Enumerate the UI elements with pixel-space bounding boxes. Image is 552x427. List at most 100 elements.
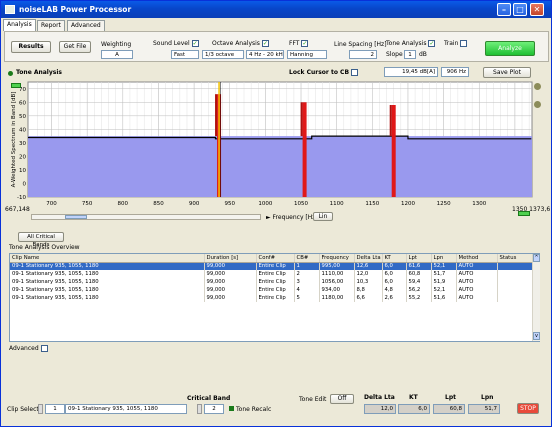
col-duration[interactable]: Duration [s]	[204, 254, 257, 263]
critical-band-stepper[interactable]	[197, 404, 202, 414]
analyze-button[interactable]: Analyze	[485, 41, 535, 56]
tab-advanced[interactable]: Advanced	[67, 20, 105, 31]
tone-edit-label: Tone Edit	[299, 396, 327, 403]
weighting-label: Weighting	[101, 41, 132, 48]
tone-analysis-title: Tone Analysis	[16, 69, 62, 76]
get-file-button[interactable]: Get File	[59, 41, 91, 53]
tone-analysis-checkbox[interactable]: ✓	[428, 40, 436, 47]
scroll-down-icon[interactable]: v	[533, 332, 540, 340]
table-row[interactable]: 09-1 Stationary 935, 1055, 1180 99,000 Ent…	[10, 262, 535, 270]
col-kt[interactable]: KT	[382, 254, 407, 263]
lin-toggle[interactable]: Lin	[313, 212, 333, 221]
y-tick-label: 50	[19, 114, 26, 120]
col-delta-lta[interactable]: Delta Lta	[354, 254, 383, 263]
critical-band-input[interactable]: 2	[204, 404, 224, 414]
stop-button[interactable]: STOP	[517, 403, 539, 414]
tone-edit-toggle[interactable]: Off	[330, 394, 354, 404]
table-row[interactable]: 09-1 Stationary 935, 1055, 1180 99,000 Ent…	[10, 286, 535, 294]
cursor-knob-top[interactable]	[534, 83, 541, 90]
cell-clip-name: 09-1 Stationary 935, 1055, 1180	[10, 278, 205, 286]
cell-delta-lta: 10,3	[354, 278, 383, 286]
lpt-label: Lpt	[445, 394, 456, 401]
col-conf[interactable]: Conf#	[256, 254, 295, 263]
cell-clip-name: 09-1 Stationary 935, 1055, 1180	[10, 270, 205, 278]
cell-frequency: 1110,00	[319, 270, 355, 278]
all-critical-bands-button[interactable]: All Critical Bands	[18, 232, 64, 248]
table-row[interactable]: 09-1 Stationary 935, 1055, 1180 99,000 Ent…	[10, 270, 535, 278]
table-row[interactable]: 09-1 Stationary 935, 1055, 1180 99,000 Ent…	[10, 294, 535, 302]
cell-clip-name: 09-1 Stationary 935, 1055, 1180	[10, 294, 205, 302]
x-tick-label: 1200	[401, 201, 415, 207]
maximize-button[interactable]: □	[513, 3, 527, 16]
cell-lpn: 51,6	[431, 294, 457, 302]
cell-frequency: 934,00	[319, 286, 355, 294]
tab-bar: Analysis Report Advanced	[3, 19, 549, 31]
cell-conf: Entire Clip	[256, 262, 295, 270]
kt-value: 6,0	[398, 404, 430, 414]
sound-level-label: Sound Level ✓	[153, 40, 199, 47]
cell-lpt: 56,2	[406, 286, 432, 294]
cell-lpn: 51,9	[431, 278, 457, 286]
octave-checkbox[interactable]: ✓	[261, 40, 269, 47]
scroll-up-icon[interactable]: ^	[533, 254, 540, 262]
cell-lpt: 59,4	[406, 278, 432, 286]
slope-input[interactable]: 1	[404, 50, 416, 59]
line-spacing-input[interactable]: 2	[349, 50, 377, 59]
cursor-knob-mid[interactable]	[534, 101, 541, 108]
x-tick-label: 900	[189, 201, 200, 207]
overview-title: Tone Analysis Overview	[9, 244, 80, 251]
close-button[interactable]: ✕	[530, 3, 544, 16]
table-scrollbar[interactable]: ^ v	[532, 254, 540, 341]
fft-window-select[interactable]: Hanning	[287, 50, 327, 59]
cell-lpn: 52,1	[431, 262, 457, 270]
col-frequency[interactable]: Frequency	[319, 254, 355, 263]
clip-select-label: Clip Select	[7, 406, 39, 413]
lock-cursor-checkbox[interactable]	[351, 69, 359, 76]
sound-level-checkbox[interactable]: ✓	[191, 40, 199, 47]
tone-bar	[302, 102, 307, 197]
fft-label: FFT ✓	[289, 40, 309, 47]
x-tick-label: 850	[153, 201, 164, 207]
train-checkbox[interactable]	[460, 40, 468, 47]
cell-cb: 4	[294, 286, 320, 294]
spectrum-svg[interactable]: 706050403020100-10700 750 800 850 900 950 1000…	[9, 80, 549, 222]
col-clip-name[interactable]: Clip Name	[10, 254, 205, 263]
cell-delta-lta: 8,8	[354, 286, 383, 294]
col-lpt[interactable]: Lpt	[406, 254, 432, 263]
y-axis-label: A-Weighted Spectrum in Band [dB]	[11, 92, 17, 188]
fft-checkbox[interactable]: ✓	[301, 40, 309, 47]
sound-level-select[interactable]: Fast	[171, 50, 199, 59]
y-tick-label: 30	[19, 141, 26, 147]
x-tick-label: 800	[118, 201, 129, 207]
save-plot-button[interactable]: Save Plot	[483, 67, 531, 78]
octave-select[interactable]: 1/3 octave	[202, 50, 244, 59]
col-status[interactable]: Status	[497, 254, 535, 263]
col-lpn[interactable]: Lpn	[431, 254, 457, 263]
x-tick-label: 1050	[294, 201, 308, 207]
col-cb[interactable]: CB#	[294, 254, 320, 263]
table-row[interactable]: 09-1 Stationary 935, 1055, 1180 99,000 Ent…	[10, 278, 535, 286]
tone-bar-shadow	[389, 105, 392, 137]
x-tick-label: 750	[82, 201, 93, 207]
minimize-button[interactable]: –	[497, 3, 511, 16]
clip-index-input[interactable]: 1	[45, 404, 65, 414]
clip-stepper[interactable]	[38, 404, 43, 414]
spectrum-chart: 70 60 50 40 30 20 10 0 -10 700 750 800 850 900 950 1000…	[9, 80, 549, 222]
weighting-select[interactable]: A	[101, 50, 133, 59]
advanced-checkbox[interactable]	[40, 345, 48, 352]
cell-status	[497, 270, 535, 278]
tone-analysis-label: Tone Analysis ✓	[386, 40, 436, 47]
status-led	[8, 71, 13, 76]
cell-duration: 99,000	[204, 278, 257, 286]
tab-report[interactable]: Report	[37, 20, 65, 31]
octave-range-select[interactable]: 4 Hz - 20 kHz	[246, 50, 284, 59]
x-scrollbar-thumb[interactable]	[65, 215, 87, 219]
cell-conf: Entire Clip	[256, 294, 295, 302]
x-scrollbar[interactable]	[31, 214, 261, 220]
col-method[interactable]: Method	[456, 254, 498, 263]
results-button[interactable]: Results	[11, 41, 51, 53]
tab-analysis[interactable]: Analysis	[3, 19, 36, 31]
y-autoscale-indicator[interactable]	[11, 83, 21, 88]
tone-bar	[391, 105, 396, 197]
y-tick-label: 60	[19, 100, 26, 106]
